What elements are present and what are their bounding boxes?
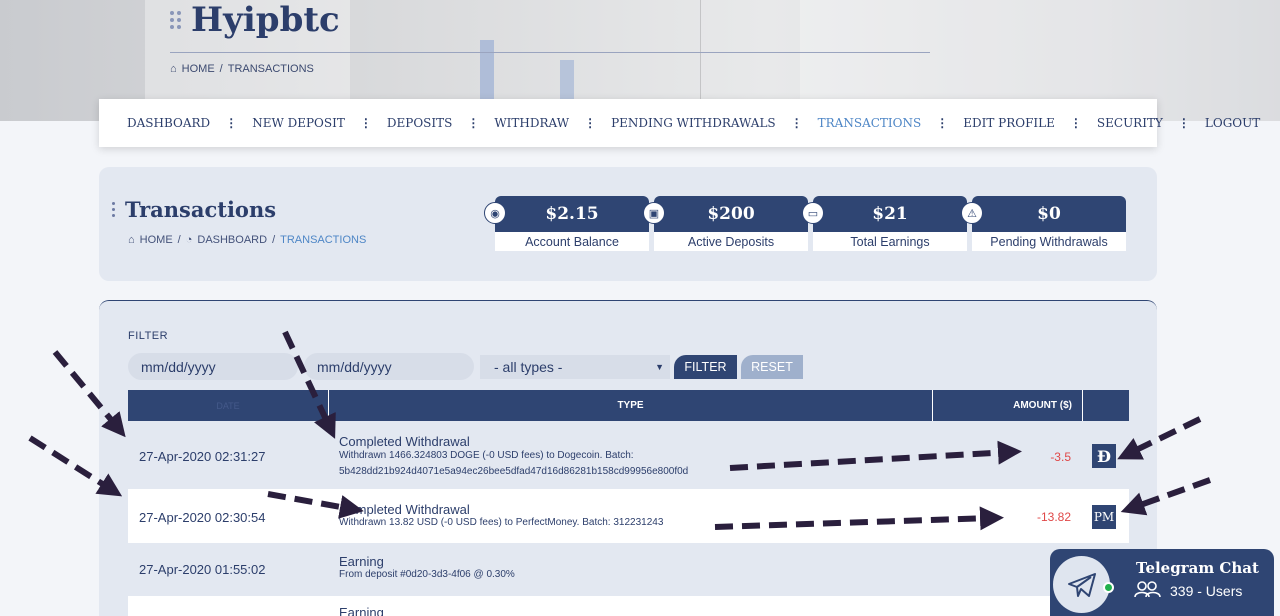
page-breadcrumb: ⌂ HOME / ◔ DASHBOARD / TRANSACTIONS xyxy=(128,234,366,246)
breadcrumb-separator: / xyxy=(177,234,181,246)
nav-item-deposits[interactable]: DEPOSITS xyxy=(387,116,452,130)
nav-separator: ⋮ xyxy=(790,116,803,130)
nav-separator: ⋮ xyxy=(1177,116,1190,130)
nav-separator: ⋮ xyxy=(936,116,949,130)
hero-breadcrumb: ⌂ HOME / TRANSACTIONS xyxy=(170,63,314,75)
breadcrumb-separator: / xyxy=(219,63,223,75)
row-description: Withdrawn 13.82 USD (-0 USD fees) to Per… xyxy=(339,517,664,528)
page-title: Transactions xyxy=(112,197,276,222)
stat-total-earnings: $21 Total Earnings ▭ xyxy=(802,196,967,251)
row-amount: -3.5 xyxy=(1050,450,1071,464)
telegram-title: Telegram Chat xyxy=(1136,559,1259,577)
money-icon: ▭ xyxy=(802,202,824,224)
stat-label: Total Earnings xyxy=(813,232,967,251)
hero-divider xyxy=(170,52,930,53)
row-amount: -13.82 xyxy=(1036,510,1071,524)
nav-separator: ⋮ xyxy=(584,116,597,130)
stat-label: Account Balance xyxy=(495,232,649,251)
breadcrumb-separator: / xyxy=(272,234,276,246)
nav-item-edit-profile[interactable]: EDIT PROFILE xyxy=(963,116,1055,130)
online-status-dot xyxy=(1103,582,1114,593)
perfectmoney-icon: PM xyxy=(1092,505,1116,529)
row-date: 27-Apr-2020 02:31:27 xyxy=(139,449,266,464)
page-title-text: Transactions xyxy=(125,197,277,222)
stat-label: Active Deposits xyxy=(654,232,808,251)
nav-item-pending-withdrawals[interactable]: PENDING WITHDRAWALS xyxy=(611,116,776,130)
nav-item-transactions[interactable]: TRANSACTIONS xyxy=(818,116,922,130)
row-description: From deposit #0d20-3d3-4f06 @ 0.30% xyxy=(339,569,515,580)
header-date[interactable]: DATE xyxy=(128,390,328,421)
row-date: 27-Apr-2020 02:30:54 xyxy=(139,510,266,525)
dashboard-icon: ◔ xyxy=(185,234,193,246)
title-dots-icon xyxy=(112,202,115,217)
stat-account-balance: $2.15 Account Balance ◉ xyxy=(484,196,649,251)
brand-name: Hyipbtc xyxy=(191,0,340,40)
chevron-down-icon: ▼ xyxy=(655,362,664,372)
nav-item-withdraw[interactable]: WITHDRAW xyxy=(494,116,569,130)
date-to-input[interactable]: mm/dd/yyyy xyxy=(304,353,474,380)
header-amount[interactable]: AMOUNT ($) xyxy=(932,390,1082,421)
nav-separator: ⋮ xyxy=(359,116,372,130)
row-title: Earning xyxy=(339,605,384,616)
stat-pending-withdrawals: $0 Pending Withdrawals ⚠ xyxy=(961,196,1126,251)
piggy-bank-icon: ◉ xyxy=(484,202,506,224)
breadcrumb-current: TRANSACTIONS xyxy=(227,63,314,75)
type-select[interactable]: - all types - ▼ xyxy=(480,355,670,379)
table-header: DATE TYPE AMOUNT ($) xyxy=(128,390,1129,421)
stat-value: $2.15 xyxy=(495,196,649,232)
table-row: 27-Apr-2020 02:31:27 Completed Withdrawa… xyxy=(128,421,1129,489)
telegram-plane-icon xyxy=(1053,556,1110,613)
telegram-chat-widget[interactable]: Telegram Chat 339 - Users xyxy=(1050,549,1274,616)
nav-item-dashboard[interactable]: DASHBOARD xyxy=(127,116,210,130)
header-type[interactable]: TYPE xyxy=(328,390,932,421)
telegram-users-count: 339 - Users xyxy=(1170,582,1243,599)
stat-value: $21 xyxy=(813,196,967,232)
row-date: 27-Apr-2020 01:55:02 xyxy=(139,562,266,577)
nav-item-logout[interactable]: LOGOUT xyxy=(1205,116,1260,130)
row-description: Withdrawn 1466.324803 DOGE (-0 USD fees)… xyxy=(339,450,689,477)
telegram-users: 339 - Users xyxy=(1134,581,1242,600)
dogecoin-icon: Đ xyxy=(1092,444,1116,468)
header-processor xyxy=(1082,390,1129,421)
table-row: 27-Apr-2020 01:55:02 Earning From deposi… xyxy=(128,543,1129,596)
filter-button[interactable]: FILTER xyxy=(674,355,737,379)
stat-active-deposits: $200 Active Deposits ▣ xyxy=(643,196,808,251)
brand-logo[interactable]: Hyipbtc xyxy=(170,0,340,40)
nav-separator: ⋮ xyxy=(467,116,480,130)
main-nav: DASHBOARD ⋮ NEW DEPOSIT ⋮ DEPOSITS ⋮ WIT… xyxy=(99,99,1260,147)
nav-separator: ⋮ xyxy=(225,116,238,130)
breadcrumb-home-link[interactable]: HOME xyxy=(182,63,215,75)
reset-button[interactable]: RESET xyxy=(741,355,803,379)
deposit-icon: ▣ xyxy=(643,202,665,224)
table-row: Earning xyxy=(128,596,1129,616)
nav-item-security[interactable]: SECURITY xyxy=(1097,116,1163,130)
type-select-value: - all types - xyxy=(494,359,563,375)
users-icon xyxy=(1134,581,1162,600)
breadcrumb-dashboard-link[interactable]: DASHBOARD xyxy=(197,234,267,246)
warning-icon: ⚠ xyxy=(961,202,983,224)
stat-label: Pending Withdrawals xyxy=(972,232,1126,251)
date-from-input[interactable]: mm/dd/yyyy xyxy=(128,353,298,380)
stat-value: $0 xyxy=(972,196,1126,232)
home-icon: ⌂ xyxy=(170,63,177,75)
table-row: 27-Apr-2020 02:30:54 Completed Withdrawa… xyxy=(128,489,1129,543)
filter-label: FILTER xyxy=(128,330,169,342)
stat-value: $200 xyxy=(654,196,808,232)
nav-item-new-deposit[interactable]: NEW DEPOSIT xyxy=(252,116,345,130)
nav-separator: ⋮ xyxy=(1069,116,1082,130)
row-title: Completed Withdrawal xyxy=(339,434,470,449)
breadcrumb-home-link[interactable]: HOME xyxy=(140,234,173,246)
breadcrumb-current: TRANSACTIONS xyxy=(280,234,367,246)
brand-dots-icon xyxy=(170,11,181,29)
home-icon: ⌂ xyxy=(128,234,135,246)
